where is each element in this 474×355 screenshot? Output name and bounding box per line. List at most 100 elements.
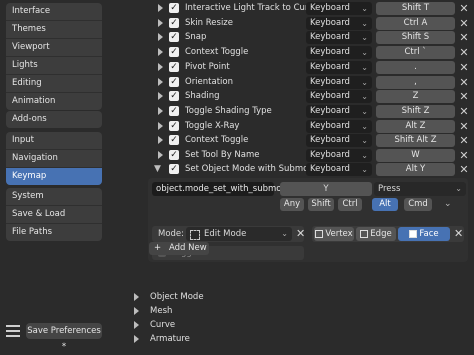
unset-mode-icon[interactable]: ✕ bbox=[296, 226, 305, 242]
key-field[interactable]: W bbox=[376, 149, 455, 162]
enable-checkbox[interactable]: ✓ bbox=[169, 32, 179, 43]
key-field[interactable]: Shift Alt Z bbox=[376, 134, 455, 148]
chevron-right-icon[interactable] bbox=[158, 33, 163, 42]
remove-item-icon[interactable]: ✕ bbox=[459, 133, 469, 148]
sidebar-item-viewport[interactable]: Viewport bbox=[6, 39, 102, 57]
remove-item-icon[interactable]: ✕ bbox=[459, 16, 469, 31]
key-field[interactable]: Shift Z bbox=[376, 104, 455, 118]
chevron-right-icon[interactable] bbox=[158, 4, 163, 12]
device-dropdown[interactable]: Keyboard ⌄ bbox=[306, 134, 372, 148]
chevron-down-icon[interactable]: ▼ bbox=[154, 164, 161, 174]
chevron-right-icon[interactable] bbox=[158, 106, 163, 115]
keymap-item: ✓ Context Toggle Keyboard ⌄ Ctrl ` ✕ bbox=[148, 45, 469, 60]
device-dropdown[interactable]: Keyboard ⌄ bbox=[306, 31, 372, 45]
save-preferences-button[interactable]: Save Preferences * bbox=[26, 323, 102, 352]
sidebar-item-save-load[interactable]: Save & Load bbox=[6, 206, 102, 224]
device-dropdown[interactable]: Keyboard ⌄ bbox=[306, 75, 372, 89]
operator-id-field[interactable]: object.mode_set_with_submode bbox=[152, 182, 292, 196]
select-edge-button[interactable]: Edge bbox=[356, 227, 396, 241]
remove-item-icon[interactable]: ✕ bbox=[459, 75, 469, 90]
remove-item-icon[interactable]: ✕ bbox=[459, 1, 469, 16]
enable-checkbox[interactable]: ✓ bbox=[169, 76, 179, 87]
enable-checkbox[interactable]: ✓ bbox=[169, 120, 179, 131]
select-face-button[interactable]: Face bbox=[398, 227, 450, 241]
keymap-category[interactable]: Curve bbox=[134, 318, 334, 332]
sidebar-item-file-paths[interactable]: File Paths bbox=[6, 224, 102, 241]
device-dropdown[interactable]: Keyboard ⌄ bbox=[306, 2, 372, 15]
device-dropdown[interactable]: Keyboard ⌄ bbox=[306, 163, 372, 176]
key-field[interactable]: Alt Z bbox=[376, 119, 455, 133]
select-vertex-button[interactable]: Vertex bbox=[314, 227, 354, 241]
sidebar-item-lights[interactable]: Lights bbox=[6, 57, 102, 75]
remove-item-icon[interactable]: ✕ bbox=[459, 89, 469, 104]
device-dropdown[interactable]: Keyboard ⌄ bbox=[306, 16, 372, 30]
enable-checkbox[interactable]: ✓ bbox=[169, 135, 179, 146]
key-field[interactable]: Ctrl A bbox=[376, 16, 455, 30]
chevron-right-icon[interactable] bbox=[158, 77, 163, 86]
remove-item-icon[interactable]: ✕ bbox=[459, 45, 469, 60]
remove-item-icon[interactable]: ✕ bbox=[459, 30, 469, 45]
key-field[interactable]: Alt Y bbox=[376, 163, 455, 176]
key-field[interactable]: Shift T bbox=[376, 2, 455, 15]
device-dropdown[interactable]: Keyboard ⌄ bbox=[306, 46, 372, 60]
sidebar-item-input[interactable]: Input bbox=[6, 132, 102, 150]
key-field[interactable]: , bbox=[376, 75, 455, 89]
key-field[interactable]: Z bbox=[376, 90, 455, 104]
keymap-category[interactable]: Mesh bbox=[134, 304, 334, 318]
chevron-right-icon[interactable] bbox=[158, 121, 163, 130]
type-key-field[interactable]: Y bbox=[280, 182, 372, 196]
enable-checkbox[interactable]: ✓ bbox=[169, 91, 179, 102]
remove-item-icon[interactable]: ✕ bbox=[459, 119, 469, 134]
value-dropdown[interactable]: Press ⌄ bbox=[374, 182, 466, 196]
modifier-alt[interactable]: Alt bbox=[372, 198, 398, 211]
unset-select-icon[interactable]: ✕ bbox=[454, 226, 463, 242]
remove-item-icon[interactable]: ✕ bbox=[459, 162, 469, 177]
sidebar-item-navigation[interactable]: Navigation bbox=[6, 150, 102, 168]
device-dropdown[interactable]: Keyboard ⌄ bbox=[306, 149, 372, 162]
chevron-right-icon[interactable] bbox=[158, 136, 163, 145]
device-dropdown[interactable]: Keyboard ⌄ bbox=[306, 119, 372, 133]
sidebar-item-system[interactable]: System bbox=[6, 188, 102, 206]
remove-item-icon[interactable]: ✕ bbox=[459, 60, 469, 75]
enable-checkbox[interactable]: ✓ bbox=[169, 150, 179, 160]
add-new-button[interactable]: + Add New bbox=[149, 242, 209, 255]
device-dropdown[interactable]: Keyboard ⌄ bbox=[306, 90, 372, 104]
sidebar-item-animation[interactable]: Animation bbox=[6, 93, 102, 110]
preferences-sidebar: Interface Themes Viewport Lights Editing Anim… bbox=[0, 0, 108, 343]
keymap-item: ✓ Context Toggle Keyboard ⌄ Shift Alt Z ✕ bbox=[148, 133, 469, 148]
chevron-right-icon[interactable] bbox=[158, 151, 163, 159]
sidebar-item-themes[interactable]: Themes bbox=[6, 21, 102, 39]
modifier-cmd[interactable]: Cmd bbox=[404, 198, 432, 211]
remove-item-icon[interactable]: ✕ bbox=[459, 104, 469, 119]
key-field[interactable]: . bbox=[376, 60, 455, 74]
enable-checkbox[interactable]: ✓ bbox=[169, 164, 179, 174]
enable-checkbox[interactable]: ✓ bbox=[169, 17, 179, 28]
keymap-category[interactable]: Armature bbox=[134, 332, 334, 346]
modifier-shift[interactable]: Shift bbox=[308, 198, 334, 211]
enable-checkbox[interactable]: ✓ bbox=[169, 61, 179, 72]
chevron-right-icon[interactable] bbox=[158, 62, 163, 71]
chevron-right-icon[interactable] bbox=[158, 18, 163, 27]
remove-item-icon[interactable]: ✕ bbox=[459, 148, 469, 163]
chevron-right-icon bbox=[134, 293, 139, 301]
key-field[interactable]: Shift S bbox=[376, 31, 455, 45]
keymap-item: ✓ Set Tool By Name Keyboard ⌄ W ✕ bbox=[148, 148, 469, 163]
key-field[interactable]: Ctrl ` bbox=[376, 46, 455, 60]
sidebar-item-interface[interactable]: Interface bbox=[6, 3, 102, 21]
modifier-ctrl[interactable]: Ctrl bbox=[338, 198, 362, 211]
enable-checkbox[interactable]: ✓ bbox=[169, 105, 179, 116]
sidebar-item-editing[interactable]: Editing bbox=[6, 75, 102, 93]
sidebar-item-keymap[interactable]: Keymap bbox=[6, 168, 102, 185]
device-dropdown[interactable]: Keyboard ⌄ bbox=[306, 104, 372, 118]
chevron-right-icon[interactable] bbox=[158, 92, 163, 101]
modifier-any[interactable]: Any bbox=[280, 198, 304, 211]
sidebar-item-add-ons[interactable]: Add-ons bbox=[6, 111, 102, 128]
enable-checkbox[interactable]: ✓ bbox=[169, 3, 179, 13]
chevron-right-icon[interactable] bbox=[158, 48, 163, 57]
enable-checkbox[interactable]: ✓ bbox=[169, 47, 179, 58]
mode-dropdown[interactable]: Edit Mode ⌄ bbox=[186, 227, 292, 241]
hamburger-menu-icon[interactable] bbox=[6, 325, 20, 337]
keymodifier-dropdown-icon[interactable]: ⌄ bbox=[444, 198, 452, 211]
device-dropdown[interactable]: Keyboard ⌄ bbox=[306, 60, 372, 74]
keymap-category[interactable]: Object Mode bbox=[134, 290, 334, 304]
